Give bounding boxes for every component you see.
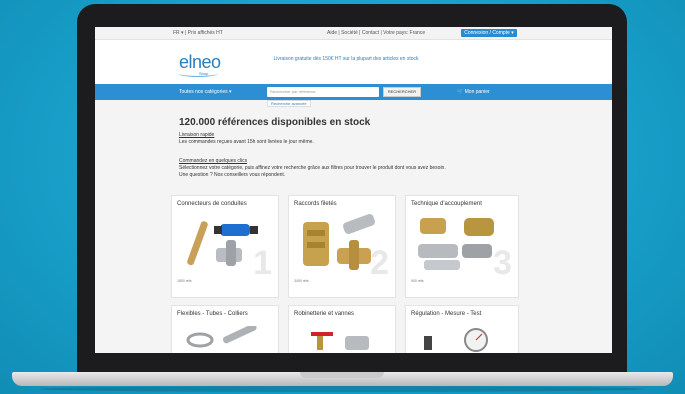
intro-block: Livraison rapide Les commandes reçues av…: [179, 132, 314, 146]
top-links[interactable]: Aide | Société | Contact | Votre pays: F…: [327, 30, 425, 36]
help-block: Commandez en quelques clics Sélectionnez…: [179, 158, 519, 179]
site-header: elneo Shop Livraison gratuite dès 150€ H…: [95, 40, 612, 84]
card-title: Technique d'accouplement: [411, 201, 482, 207]
laptop-screen: FR ▾ | Prix affichés HT Aide | Société |…: [95, 27, 612, 353]
cart-icon: 🛒: [457, 89, 464, 95]
cart-link[interactable]: 🛒 Mon panier: [457, 89, 490, 95]
category-card[interactable]: Connecteurs de conduites 1 1800 réfs: [171, 195, 279, 298]
couplings-image: [418, 218, 494, 270]
laptop-shadow: [40, 386, 645, 392]
category-card[interactable]: Régulation - Mesure - Test: [405, 305, 519, 353]
help-text: Sélectionnez votre catégorie, puis affin…: [179, 165, 446, 171]
top-bar: FR ▾ | Prix affichés HT Aide | Société |…: [95, 27, 612, 40]
advanced-search-link[interactable]: Recherche avancée: [267, 100, 311, 107]
logo-swoosh: [178, 70, 218, 77]
categories-menu[interactable]: Toutes nos catégories ▾: [179, 89, 232, 95]
category-card[interactable]: Flexibles - Tubes - Colliers: [171, 305, 279, 353]
language-selector[interactable]: FR ▾ | Prix affichés HT: [173, 30, 223, 36]
card-title: Régulation - Mesure - Test: [411, 311, 482, 317]
category-card[interactable]: Raccords filetés 2 3400 réfs: [288, 195, 396, 298]
category-card[interactable]: Robinetterie et vannes: [288, 305, 396, 353]
hoses-image: [186, 326, 257, 348]
intro-heading: Livraison rapide: [179, 132, 215, 138]
page-title: 120.000 références disponibles en stock: [179, 117, 371, 128]
card-count: 1800 réfs: [177, 279, 192, 283]
cart-label: Mon panier: [464, 89, 490, 95]
main-content: 120.000 références disponibles en stock …: [95, 100, 612, 353]
laptop-notch: [300, 372, 384, 378]
card-title: Robinetterie et vannes: [294, 311, 355, 317]
gauges-image: [424, 328, 488, 352]
card-title: Raccords filetés: [294, 201, 337, 207]
help-heading: Commandez en quelques clics: [179, 158, 248, 164]
valves-image: [311, 332, 369, 350]
account-button[interactable]: Connexion / Compte ▾: [461, 29, 517, 37]
connectors-image: [187, 221, 258, 266]
search-input[interactable]: Rechercher par référence: [267, 87, 379, 97]
help-question: Une question ? Nos conseillers vous répo…: [179, 172, 286, 178]
fittings-image: [303, 214, 375, 270]
card-title: Connecteurs de conduites: [177, 201, 247, 207]
card-title: Flexibles - Tubes - Colliers: [177, 311, 248, 317]
main-nav: Toutes nos catégories ▾ Rechercher par r…: [95, 84, 612, 100]
card-count: 900 réfs: [411, 279, 424, 283]
category-card[interactable]: Technique d'accouplement 3 900 réfs: [405, 195, 519, 298]
intro-text: Les commandes reçues avant 15h sont livr…: [179, 139, 314, 145]
card-count: 3400 réfs: [294, 279, 309, 283]
promo-text: Livraison gratuite dès 150€ HT sur la pl…: [273, 56, 419, 62]
search-button[interactable]: RECHERCHER: [383, 87, 421, 97]
logo-subtitle: Shop: [199, 71, 209, 76]
